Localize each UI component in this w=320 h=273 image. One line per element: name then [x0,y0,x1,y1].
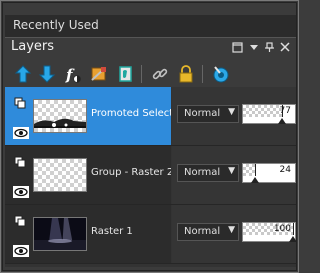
layers-list: Promoted Selection Normal ▼ 77 [5,87,297,267]
layer-info[interactable]: Raster 1 [5,205,171,263]
layer-thumbnail [33,158,87,192]
blend-mode-value: Normal [184,108,221,119]
layer-type-icon [14,212,27,227]
opacity-tick [255,164,256,176]
layer-row-raster-1[interactable]: Raster 1 Normal ▼ 100 [5,205,297,264]
dropdown-icon[interactable] [248,42,260,54]
chevron-down-icon: ▼ [228,225,235,235]
layers-palette-window: Recently Used Layers f Promoted Selec No… [0,0,299,273]
opacity-value: 24 [279,165,291,175]
layer-thumbnail [33,217,87,251]
new-raster-layer-icon[interactable] [13,64,33,84]
opacity-tick [293,223,294,235]
opacity-value: 100 [273,224,291,234]
recently-used-label: Recently Used [13,18,99,32]
layer-thumbnail [33,99,87,133]
layer-controls: Normal ▼ 77 [172,87,296,145]
svg-text:f: f [65,66,75,84]
pin-icon[interactable] [263,42,275,54]
layers-toolbar: f [5,59,296,87]
layer-name[interactable]: Group - Raster 2 [91,167,171,178]
opacity-marker[interactable] [278,118,286,124]
opacity-fill [243,105,282,117]
maximize-icon[interactable] [231,42,243,54]
layer-type-icon [14,94,27,109]
chevron-down-icon: ▼ [228,166,235,176]
layers-title: Layers [11,39,55,54]
lock-icon[interactable] [176,64,196,84]
blend-mode-value: Normal [184,226,221,237]
recently-used-bar[interactable]: Recently Used [5,15,296,38]
blend-mode-dropdown[interactable]: Normal ▼ [177,105,239,123]
layer-row-promoted-selection[interactable]: Promoted Selection Normal ▼ 77 [5,87,296,146]
close-icon[interactable] [279,42,291,54]
toolbar-divider [141,65,142,83]
opacity-marker[interactable] [289,236,297,242]
layers-panel-header: Layers [5,38,296,58]
chevron-down-icon: ▼ [228,107,235,117]
layer-controls: Normal ▼ 100 [172,205,297,263]
opacity-fill [243,164,255,176]
visibility-eye-icon[interactable] [13,124,29,139]
blend-mode-dropdown[interactable]: Normal ▼ [177,164,239,182]
layer-row-group-raster-2[interactable]: Group - Raster 2 Normal ▼ 24 [5,146,296,205]
toolbar-divider [202,65,203,83]
layer-name[interactable]: Raster 1 [91,226,171,237]
layer-name[interactable]: Promoted Selection [91,108,171,119]
layer-info[interactable]: Promoted Selection [5,87,171,145]
link-icon[interactable] [150,64,170,84]
opacity-slider[interactable]: 100 [242,222,297,242]
visibility-eye-icon[interactable] [13,183,29,198]
mask-layer-icon[interactable] [89,64,109,84]
opacity-marker[interactable] [251,177,259,183]
adjustment-layer-icon[interactable]: f [63,64,83,84]
layer-info[interactable]: Group - Raster 2 [5,146,171,204]
layer-controls: Normal ▼ 24 [172,146,296,204]
group-layer-icon [14,153,27,168]
layer-properties-icon[interactable] [211,64,231,84]
opacity-slider[interactable]: 77 [242,104,296,124]
new-vector-layer-icon[interactable] [37,64,57,84]
opacity-slider[interactable]: 24 [242,163,296,183]
blend-mode-dropdown[interactable]: Normal ▼ [177,223,239,241]
blend-mode-value: Normal [184,167,221,178]
opacity-value: 77 [279,106,291,116]
visibility-eye-icon[interactable] [13,242,29,257]
new-group-icon[interactable] [115,64,135,84]
